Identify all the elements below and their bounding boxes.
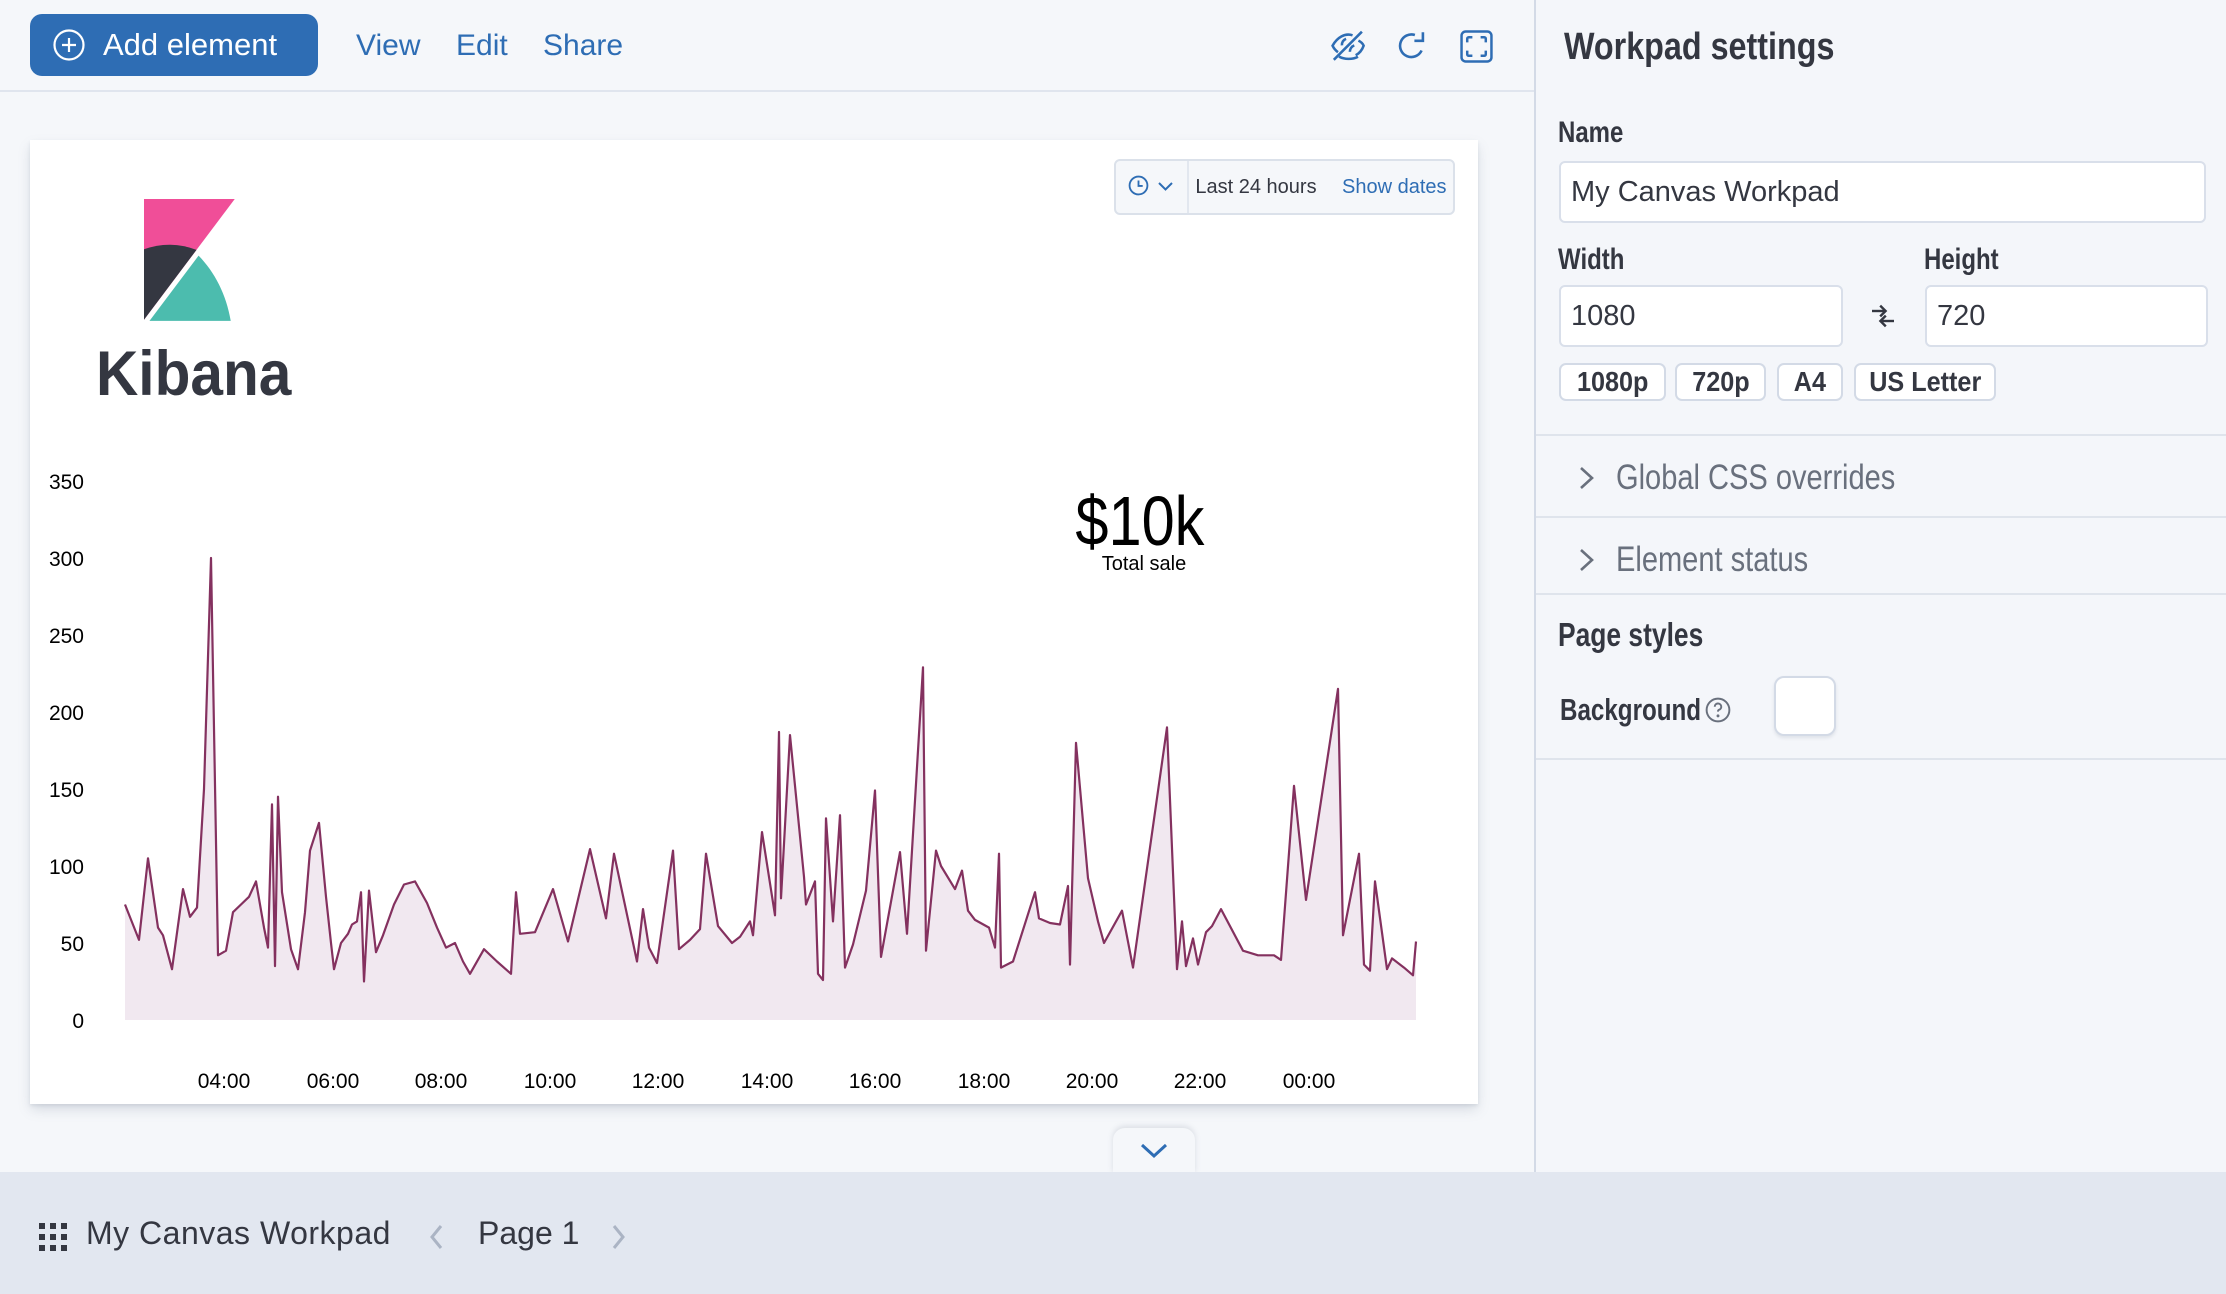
svg-text:350: 350 bbox=[49, 471, 84, 494]
svg-text:10:00: 10:00 bbox=[524, 1070, 577, 1093]
svg-text:50: 50 bbox=[61, 933, 84, 956]
svg-text:14:00: 14:00 bbox=[741, 1070, 794, 1093]
svg-text:150: 150 bbox=[49, 779, 84, 802]
svg-text:04:00: 04:00 bbox=[198, 1070, 251, 1093]
svg-text:12:00: 12:00 bbox=[632, 1070, 685, 1093]
svg-text:16:00: 16:00 bbox=[849, 1070, 902, 1093]
svg-text:20:00: 20:00 bbox=[1066, 1070, 1119, 1093]
svg-text:00:00: 00:00 bbox=[1283, 1070, 1336, 1093]
svg-text:08:00: 08:00 bbox=[415, 1070, 468, 1093]
svg-text:22:00: 22:00 bbox=[1174, 1070, 1227, 1093]
svg-text:18:00: 18:00 bbox=[958, 1070, 1011, 1093]
svg-text:300: 300 bbox=[49, 548, 84, 571]
svg-text:06:00: 06:00 bbox=[307, 1070, 360, 1093]
svg-text:200: 200 bbox=[49, 702, 84, 725]
svg-text:250: 250 bbox=[49, 625, 84, 648]
svg-text:100: 100 bbox=[49, 856, 84, 879]
svg-text:0: 0 bbox=[72, 1010, 84, 1033]
